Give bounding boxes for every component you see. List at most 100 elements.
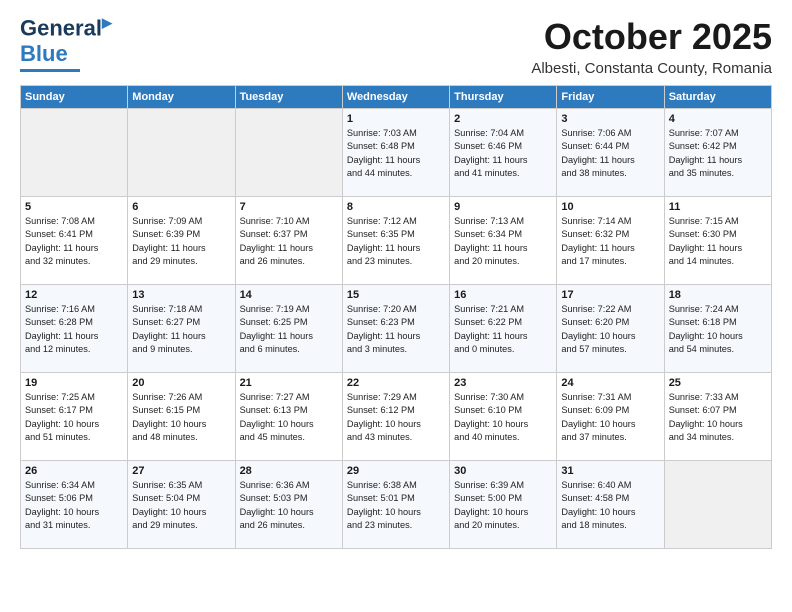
- day-number: 1: [347, 113, 445, 125]
- day-info: Sunrise: 7:10 AM Sunset: 6:37 PM Dayligh…: [240, 215, 338, 268]
- calendar-cell: 29Sunrise: 6:38 AM Sunset: 5:01 PM Dayli…: [342, 461, 449, 549]
- day-number: 16: [454, 289, 552, 301]
- weekday-monday: Monday: [128, 86, 235, 109]
- calendar-cell: [128, 109, 235, 197]
- calendar-cell: 2 Sunrise: 7:04 AM Sunset: 6:46 PM Daylig…: [450, 109, 557, 197]
- logo: General▶ Blue: [20, 16, 112, 72]
- day-number: 3: [561, 113, 659, 125]
- day-number: 14: [240, 289, 338, 301]
- day-number: 5: [25, 201, 123, 213]
- day-info: Sunrise: 7:06 AM Sunset: 6:44 PM Dayligh…: [561, 127, 659, 180]
- calendar-cell: 24 Sunrise: 7:31 AM Sunset: 6:09 PM Dayli…: [557, 373, 664, 461]
- day-number: 18: [669, 289, 767, 301]
- calendar-cell: [235, 109, 342, 197]
- calendar-cell: 10 Sunrise: 7:14 AM Sunset: 6:32 PM Dayli…: [557, 197, 664, 285]
- calendar-cell: 8Sunrise: 7:12 AM Sunset: 6:35 PM Daylig…: [342, 197, 449, 285]
- weekday-friday: Friday: [557, 86, 664, 109]
- day-info: Sunrise: 7:14 AM Sunset: 6:32 PM Dayligh…: [561, 215, 659, 268]
- day-number: 31: [561, 465, 659, 477]
- day-info: Sunrise: 7:08 AM Sunset: 6:41 PM Dayligh…: [25, 215, 123, 268]
- calendar-cell: 21 Sunrise: 7:27 AM Sunset: 6:13 PM Dayli…: [235, 373, 342, 461]
- day-number: 9: [454, 201, 552, 213]
- month-title: October 2025: [531, 16, 772, 58]
- day-number: 10: [561, 201, 659, 213]
- calendar-cell: 22Sunrise: 7:29 AM Sunset: 6:12 PM Dayli…: [342, 373, 449, 461]
- calendar-cell: 19Sunrise: 7:25 AM Sunset: 6:17 PM Dayli…: [21, 373, 128, 461]
- title-block: October 2025 Albesti, Constanta County, …: [531, 16, 772, 77]
- day-info: Sunrise: 7:04 AM Sunset: 6:46 PM Dayligh…: [454, 127, 552, 180]
- day-info: Sunrise: 6:39 AM Sunset: 5:00 PM Dayligh…: [454, 479, 552, 532]
- day-number: 30: [454, 465, 552, 477]
- day-number: 20: [132, 377, 230, 389]
- calendar-cell: 30 Sunrise: 6:39 AM Sunset: 5:00 PM Dayli…: [450, 461, 557, 549]
- day-info: Sunrise: 6:40 AM Sunset: 4:58 PM Dayligh…: [561, 479, 659, 532]
- day-info: Sunrise: 7:13 AM Sunset: 6:34 PM Dayligh…: [454, 215, 552, 268]
- day-info: Sunrise: 6:35 AM Sunset: 5:04 PM Dayligh…: [132, 479, 230, 532]
- logo-underline: [20, 69, 80, 72]
- day-number: 13: [132, 289, 230, 301]
- weekday-saturday: Saturday: [664, 86, 771, 109]
- day-number: 27: [132, 465, 230, 477]
- calendar-cell: 28Sunrise: 6:36 AM Sunset: 5:03 PM Dayli…: [235, 461, 342, 549]
- week-row-2: 5 Sunrise: 7:08 AM Sunset: 6:41 PM Daylig…: [21, 197, 772, 285]
- day-info: Sunrise: 7:15 AM Sunset: 6:30 PM Dayligh…: [669, 215, 767, 268]
- day-info: Sunrise: 7:30 AM Sunset: 6:10 PM Dayligh…: [454, 391, 552, 444]
- day-info: Sunrise: 7:26 AM Sunset: 6:15 PM Dayligh…: [132, 391, 230, 444]
- day-info: Sunrise: 7:03 AM Sunset: 6:48 PM Dayligh…: [347, 127, 445, 180]
- calendar-cell: 16 Sunrise: 7:21 AM Sunset: 6:22 PM Dayli…: [450, 285, 557, 373]
- day-info: Sunrise: 7:07 AM Sunset: 6:42 PM Dayligh…: [669, 127, 767, 180]
- day-number: 28: [240, 465, 338, 477]
- calendar-cell: 25Sunrise: 7:33 AM Sunset: 6:07 PM Dayli…: [664, 373, 771, 461]
- calendar-cell: 12Sunrise: 7:16 AM Sunset: 6:28 PM Dayli…: [21, 285, 128, 373]
- day-number: 4: [669, 113, 767, 125]
- day-number: 19: [25, 377, 123, 389]
- calendar-cell: 15 Sunrise: 7:20 AM Sunset: 6:23 PM Dayli…: [342, 285, 449, 373]
- day-info: Sunrise: 7:24 AM Sunset: 6:18 PM Dayligh…: [669, 303, 767, 356]
- day-number: 8: [347, 201, 445, 213]
- day-info: Sunrise: 7:18 AM Sunset: 6:27 PM Dayligh…: [132, 303, 230, 356]
- calendar-cell: 1 Sunrise: 7:03 AM Sunset: 6:48 PM Daylig…: [342, 109, 449, 197]
- calendar-cell: 23Sunrise: 7:30 AM Sunset: 6:10 PM Dayli…: [450, 373, 557, 461]
- logo-blue: Blue: [20, 41, 68, 67]
- day-number: 7: [240, 201, 338, 213]
- calendar-body: 1 Sunrise: 7:03 AM Sunset: 6:48 PM Daylig…: [21, 109, 772, 549]
- day-info: Sunrise: 7:31 AM Sunset: 6:09 PM Dayligh…: [561, 391, 659, 444]
- calendar-cell: 4 Sunrise: 7:07 AM Sunset: 6:42 PM Daylig…: [664, 109, 771, 197]
- calendar-cell: 26 Sunrise: 6:34 AM Sunset: 5:06 PM Dayli…: [21, 461, 128, 549]
- location-title: Albesti, Constanta County, Romania: [531, 60, 772, 77]
- day-info: Sunrise: 7:29 AM Sunset: 6:12 PM Dayligh…: [347, 391, 445, 444]
- week-row-1: 1 Sunrise: 7:03 AM Sunset: 6:48 PM Daylig…: [21, 109, 772, 197]
- day-number: 2: [454, 113, 552, 125]
- calendar-cell: 18 Sunrise: 7:24 AM Sunset: 6:18 PM Dayli…: [664, 285, 771, 373]
- day-number: 15: [347, 289, 445, 301]
- calendar-cell: 7 Sunrise: 7:10 AM Sunset: 6:37 PM Daylig…: [235, 197, 342, 285]
- logo-text: General▶: [20, 16, 112, 41]
- day-number: 17: [561, 289, 659, 301]
- calendar-cell: 11 Sunrise: 7:15 AM Sunset: 6:30 PM Dayli…: [664, 197, 771, 285]
- day-number: 6: [132, 201, 230, 213]
- week-row-5: 26 Sunrise: 6:34 AM Sunset: 5:06 PM Dayli…: [21, 461, 772, 549]
- week-row-4: 19Sunrise: 7:25 AM Sunset: 6:17 PM Dayli…: [21, 373, 772, 461]
- day-info: Sunrise: 7:21 AM Sunset: 6:22 PM Dayligh…: [454, 303, 552, 356]
- day-number: 26: [25, 465, 123, 477]
- day-info: Sunrise: 7:27 AM Sunset: 6:13 PM Dayligh…: [240, 391, 338, 444]
- day-info: Sunrise: 7:20 AM Sunset: 6:23 PM Dayligh…: [347, 303, 445, 356]
- day-number: 25: [669, 377, 767, 389]
- day-info: Sunrise: 7:19 AM Sunset: 6:25 PM Dayligh…: [240, 303, 338, 356]
- day-info: Sunrise: 7:16 AM Sunset: 6:28 PM Dayligh…: [25, 303, 123, 356]
- weekday-thursday: Thursday: [450, 86, 557, 109]
- day-number: 24: [561, 377, 659, 389]
- weekday-sunday: Sunday: [21, 86, 128, 109]
- calendar-cell: 5 Sunrise: 7:08 AM Sunset: 6:41 PM Daylig…: [21, 197, 128, 285]
- calendar-cell: 14 Sunrise: 7:19 AM Sunset: 6:25 PM Dayli…: [235, 285, 342, 373]
- day-info: Sunrise: 7:09 AM Sunset: 6:39 PM Dayligh…: [132, 215, 230, 268]
- day-info: Sunrise: 6:34 AM Sunset: 5:06 PM Dayligh…: [25, 479, 123, 532]
- day-number: 11: [669, 201, 767, 213]
- calendar-cell: 20 Sunrise: 7:26 AM Sunset: 6:15 PM Dayli…: [128, 373, 235, 461]
- weekday-tuesday: Tuesday: [235, 86, 342, 109]
- calendar-cell: 13 Sunrise: 7:18 AM Sunset: 6:27 PM Dayli…: [128, 285, 235, 373]
- day-number: 21: [240, 377, 338, 389]
- page-header: General▶ Blue October 2025 Albesti, Cons…: [20, 16, 772, 77]
- day-info: Sunrise: 6:38 AM Sunset: 5:01 PM Dayligh…: [347, 479, 445, 532]
- calendar-cell: 6 Sunrise: 7:09 AM Sunset: 6:39 PM Daylig…: [128, 197, 235, 285]
